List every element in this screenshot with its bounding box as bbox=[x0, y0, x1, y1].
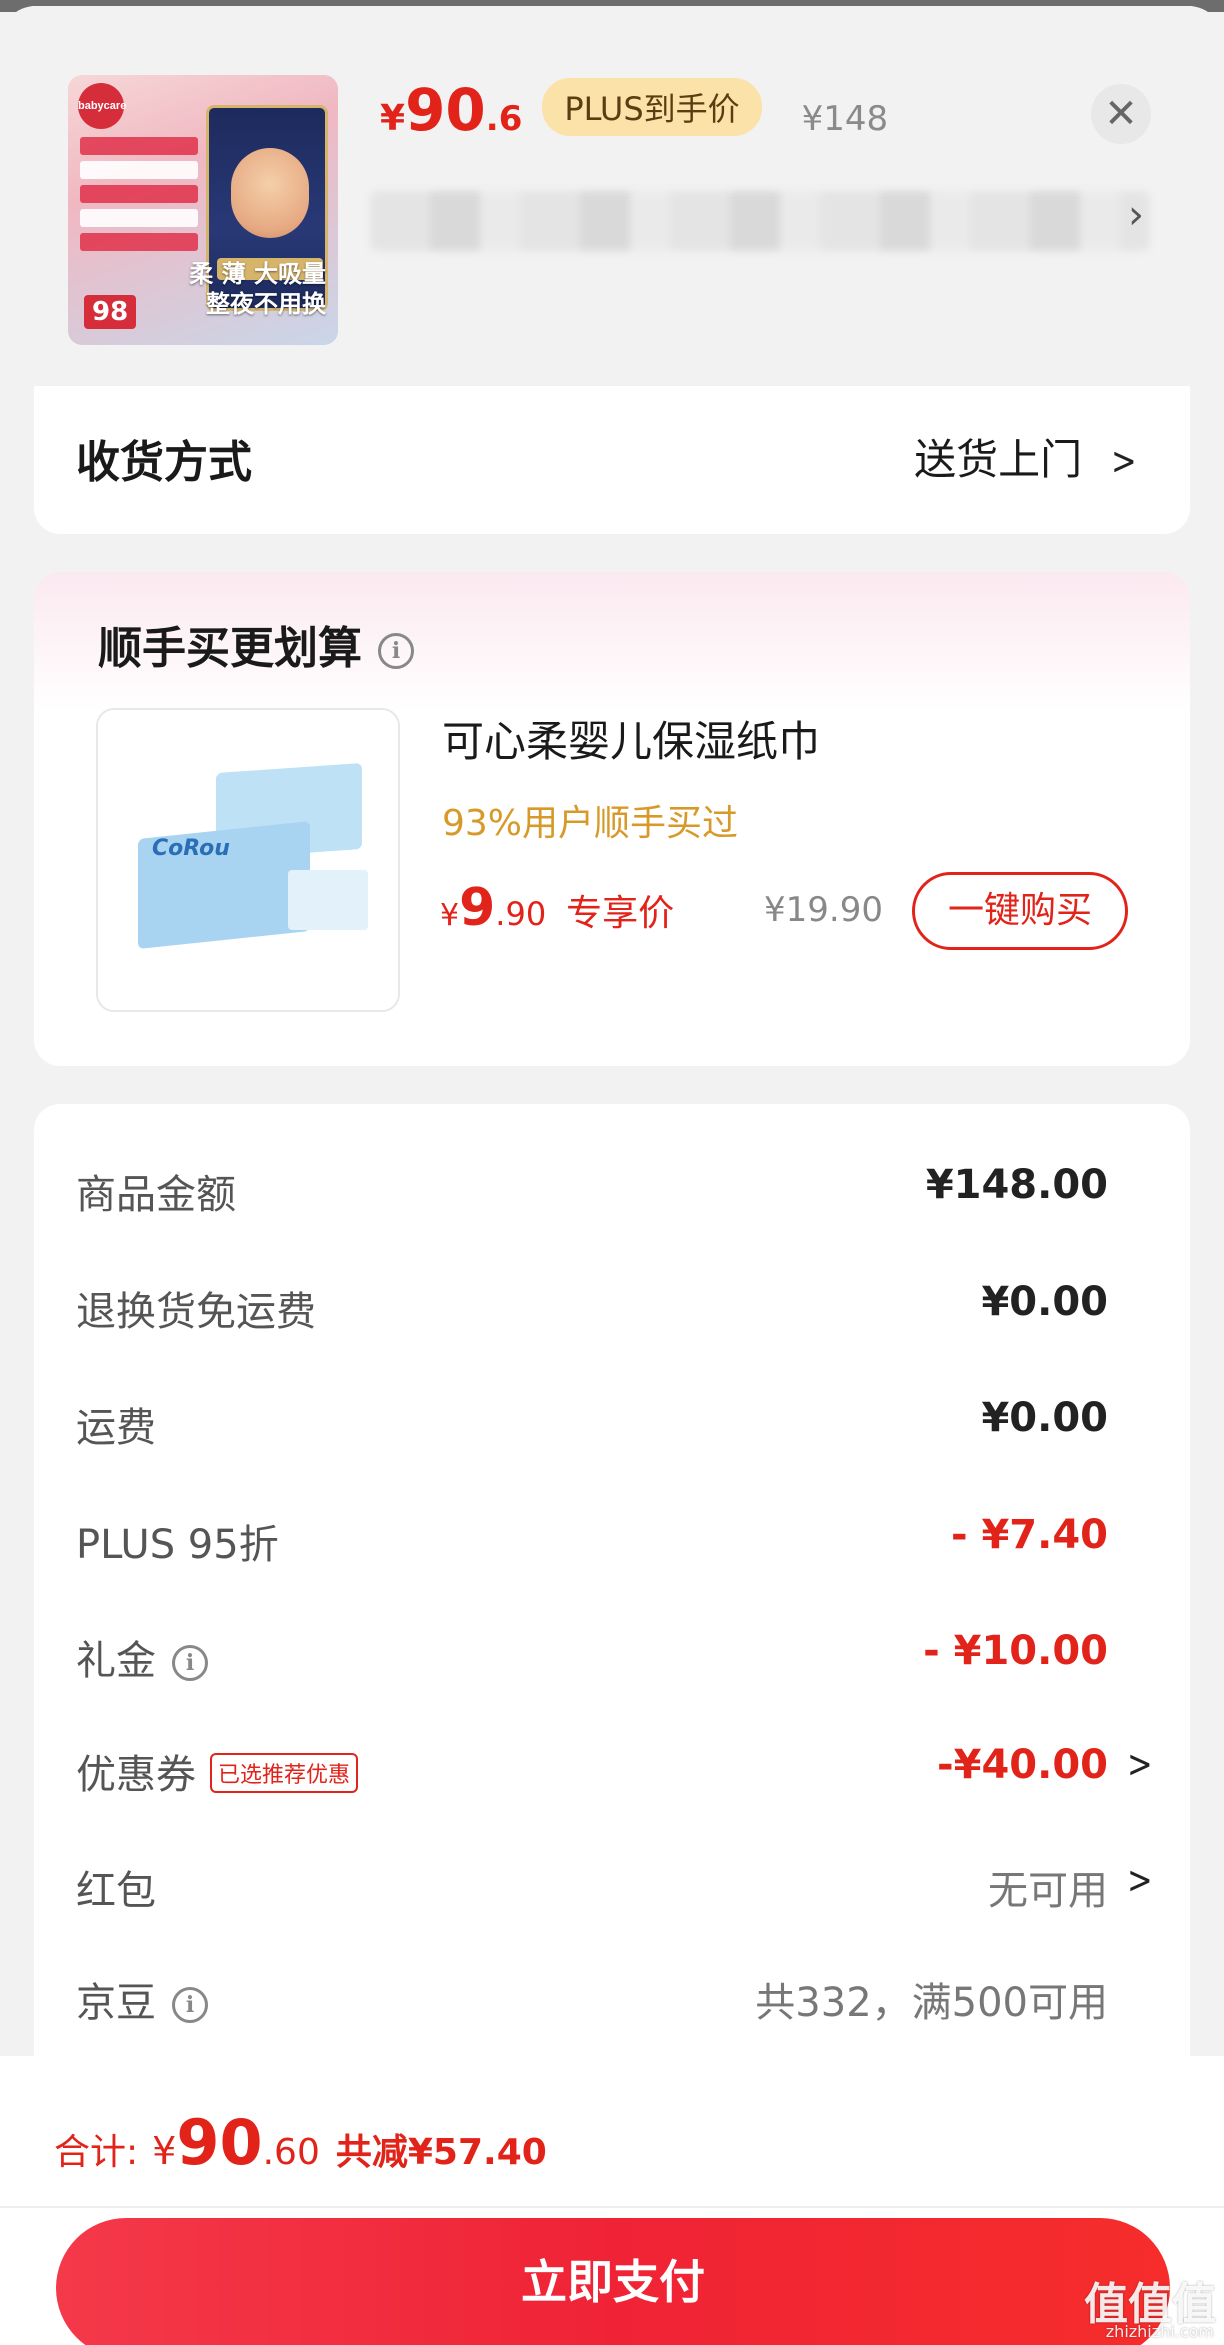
bundle-product-image[interactable]: CoRou bbox=[96, 708, 400, 1012]
close-icon: ✕ bbox=[1104, 91, 1138, 137]
bundle-price: ¥9.90 专享价 bbox=[440, 878, 675, 938]
product-thumbnail[interactable]: babycare 柔 薄 大吸量 整夜不用换 98 bbox=[68, 75, 338, 345]
info-icon[interactable]: i bbox=[378, 633, 414, 669]
summary-row-goods-amount: 商品金额 ¥148.00 bbox=[76, 1162, 1108, 1218]
chevron-right-icon: > bbox=[1111, 439, 1137, 483]
footer-divider bbox=[0, 2206, 1224, 2208]
info-icon[interactable]: i bbox=[172, 1987, 208, 2023]
final-price: ¥90.6 bbox=[380, 76, 523, 144]
pay-now-button[interactable]: 立即支付 bbox=[56, 2218, 1170, 2345]
exclusive-price-label: 专享价 bbox=[566, 893, 675, 934]
bundle-title: 顺手买更划算 i bbox=[98, 612, 414, 676]
brand-logo: babycare bbox=[78, 83, 126, 129]
image-number-badge: 98 bbox=[84, 295, 137, 329]
price-summary-card: 商品金额 ¥148.00 退换货免运费 ¥0.00 运费 ¥0.00 PLUS … bbox=[34, 1104, 1190, 2104]
wipes-brand-mark: CoRou bbox=[152, 836, 230, 861]
chevron-right-icon: › bbox=[1128, 192, 1144, 238]
image-tagline: 柔 薄 大吸量 整夜不用换 bbox=[189, 260, 326, 318]
delivery-value: 送货上门 > bbox=[914, 435, 1137, 484]
bundle-social-proof: 93%用户顺手买过 bbox=[442, 803, 739, 844]
delivery-label: 收货方式 bbox=[76, 437, 252, 488]
checkout-sheet: babycare 柔 薄 大吸量 整夜不用换 98 ¥90.6 PLUS到手价 … bbox=[0, 6, 1224, 2345]
coupon-recommended-tag: 已选推荐优惠 bbox=[210, 1753, 359, 1793]
summary-row-coupon[interactable]: 优惠券 已选推荐优惠 -¥40.00 > bbox=[76, 1742, 1153, 1802]
bundle-product-name[interactable]: 可心柔婴儿保湿纸巾 bbox=[442, 708, 820, 769]
summary-row-shipping: 运费 ¥0.00 bbox=[76, 1395, 1108, 1451]
info-icon[interactable]: i bbox=[172, 1645, 208, 1681]
summary-row-jd-beans: 京豆 i 共332，满500可用 bbox=[76, 1980, 1108, 2026]
summary-row-red-packet[interactable]: 红包 无可用 > bbox=[76, 1858, 1153, 1918]
product-header: babycare 柔 薄 大吸量 整夜不用换 98 ¥90.6 PLUS到手价 … bbox=[0, 6, 1224, 386]
product-price-row: ¥90.6 PLUS到手价 ¥148 bbox=[380, 76, 888, 146]
summary-row-plus-discount: PLUS 95折 - ¥7.40 bbox=[76, 1512, 1108, 1568]
summary-row-gift-money: 礼金 i - ¥10.00 bbox=[76, 1628, 1108, 1684]
watermark-url: zhizhizhi.com bbox=[1105, 2322, 1214, 2341]
close-button[interactable]: ✕ bbox=[1091, 84, 1151, 144]
bundle-original-price: ¥19.90 bbox=[764, 890, 883, 930]
plus-price-badge: PLUS到手价 bbox=[542, 78, 762, 136]
chevron-right-icon: > bbox=[1127, 1858, 1153, 1902]
original-price: ¥148 bbox=[801, 99, 889, 139]
blurred-address-text[interactable] bbox=[370, 191, 1150, 251]
total-saved: 共减¥57.40 bbox=[335, 2132, 547, 2173]
chevron-right-icon: > bbox=[1127, 1742, 1153, 1786]
summary-row-return-shipping: 退换货免运费 ¥0.00 bbox=[76, 1279, 1108, 1335]
delivery-method-row[interactable]: 收货方式 送货上门 > bbox=[34, 386, 1190, 534]
one-click-buy-button[interactable]: 一键购买 bbox=[912, 872, 1128, 950]
bundle-offer-card: 顺手买更划算 i CoRou 可心柔婴儿保湿纸巾 93%用户顺手买过 ¥9.90 专… bbox=[34, 572, 1190, 1066]
promo-strips bbox=[80, 137, 198, 267]
order-total: 合计: ¥90.60 共减¥57.40 bbox=[54, 2106, 547, 2179]
baby-face-graphic bbox=[231, 148, 309, 238]
